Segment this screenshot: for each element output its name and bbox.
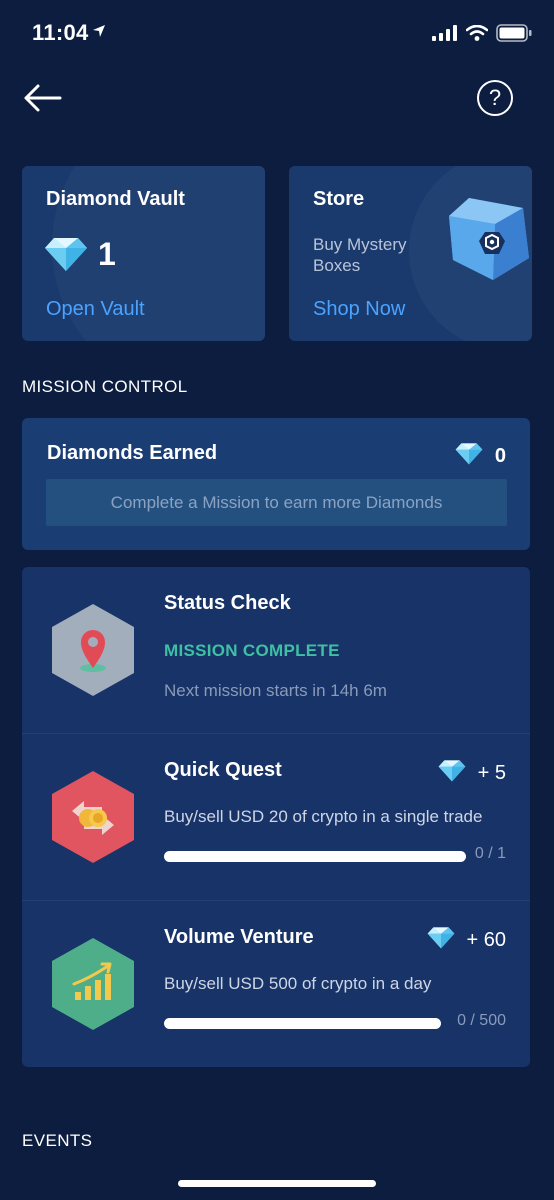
location-pin-icon bbox=[50, 602, 136, 703]
diamond-icon bbox=[44, 236, 88, 277]
help-button[interactable]: ? bbox=[477, 80, 513, 116]
diamonds-earned-count: 0 bbox=[494, 444, 506, 467]
signal-icon bbox=[432, 25, 458, 46]
status-time: 11:04 bbox=[32, 20, 89, 45]
vault-title: Diamond Vault bbox=[46, 188, 185, 210]
status-icons bbox=[432, 24, 532, 47]
shop-now-link[interactable]: Shop Now bbox=[313, 298, 405, 321]
growth-chart-icon bbox=[50, 936, 136, 1037]
mission-control-heading: MISSION CONTROL bbox=[22, 377, 188, 396]
mission-progress-text: 0 / 1 bbox=[474, 845, 506, 862]
mission-description: Buy/sell USD 20 of crypto in a single tr… bbox=[164, 807, 483, 826]
battery-icon bbox=[496, 24, 532, 47]
mission-progress-bar bbox=[164, 851, 466, 862]
mission-title: Status Check bbox=[164, 592, 291, 614]
mission-item-volume-venture[interactable]: Volume Venture + 60 Buy/sell USD 500 of … bbox=[22, 901, 530, 1067]
mission-description: Buy/sell USD 500 of crypto in a day bbox=[164, 974, 432, 993]
mission-reward-amount: + 5 bbox=[477, 762, 506, 784]
diamonds-earned-title: Diamonds Earned bbox=[47, 442, 218, 464]
mission-status: MISSION COMPLETE bbox=[164, 641, 340, 660]
mission-reward: + 60 bbox=[427, 926, 506, 955]
mission-progress-bar bbox=[164, 1018, 441, 1029]
mission-item-quick-quest[interactable]: Quick Quest + 5 Buy/sell USD 20 of crypt… bbox=[22, 734, 530, 901]
mission-title: Quick Quest bbox=[164, 759, 282, 781]
diamond-icon bbox=[438, 759, 466, 788]
status-bar: 11:04 bbox=[0, 0, 554, 70]
events-heading: EVENTS bbox=[22, 1131, 93, 1150]
vault-diamond-count: 1 bbox=[98, 236, 116, 272]
back-arrow-icon[interactable] bbox=[22, 80, 62, 116]
mission-item-status-check[interactable]: Status Check MISSION COMPLETE Next missi… bbox=[22, 567, 530, 734]
store-title: Store bbox=[313, 188, 365, 210]
mission-next-note: Next mission starts in 14h 6m bbox=[164, 681, 387, 700]
home-indicator[interactable] bbox=[178, 1180, 376, 1187]
diamond-icon bbox=[455, 442, 483, 470]
diamond-vault-card[interactable]: Diamond Vault 1 Open Vault bbox=[22, 166, 265, 341]
store-subtitle: Buy Mystery Boxes bbox=[313, 235, 407, 275]
mystery-box-icon bbox=[449, 194, 532, 289]
mission-reward-amount: + 60 bbox=[466, 929, 506, 951]
mission-progress-text: 0 / 500 bbox=[457, 1012, 506, 1029]
diamonds-earned-card: Diamonds Earned 0 Complete a Mission to … bbox=[22, 418, 530, 550]
diamonds-earned-total: 0 bbox=[455, 442, 506, 470]
open-vault-link[interactable]: Open Vault bbox=[46, 298, 145, 321]
mission-title: Volume Venture bbox=[164, 926, 314, 948]
store-card[interactable]: Store Buy Mystery Boxes Shop Now bbox=[289, 166, 532, 341]
mission-reward: + 5 bbox=[438, 759, 506, 788]
earn-diamonds-hint: Complete a Mission to earn more Diamonds bbox=[46, 479, 507, 526]
diamond-icon bbox=[427, 926, 455, 955]
top-nav: ? bbox=[0, 70, 554, 130]
exchange-coins-icon bbox=[50, 769, 136, 870]
location-arrow-icon bbox=[92, 24, 106, 43]
wifi-icon bbox=[465, 24, 489, 46]
missions-list: Status Check MISSION COMPLETE Next missi… bbox=[22, 567, 530, 1067]
